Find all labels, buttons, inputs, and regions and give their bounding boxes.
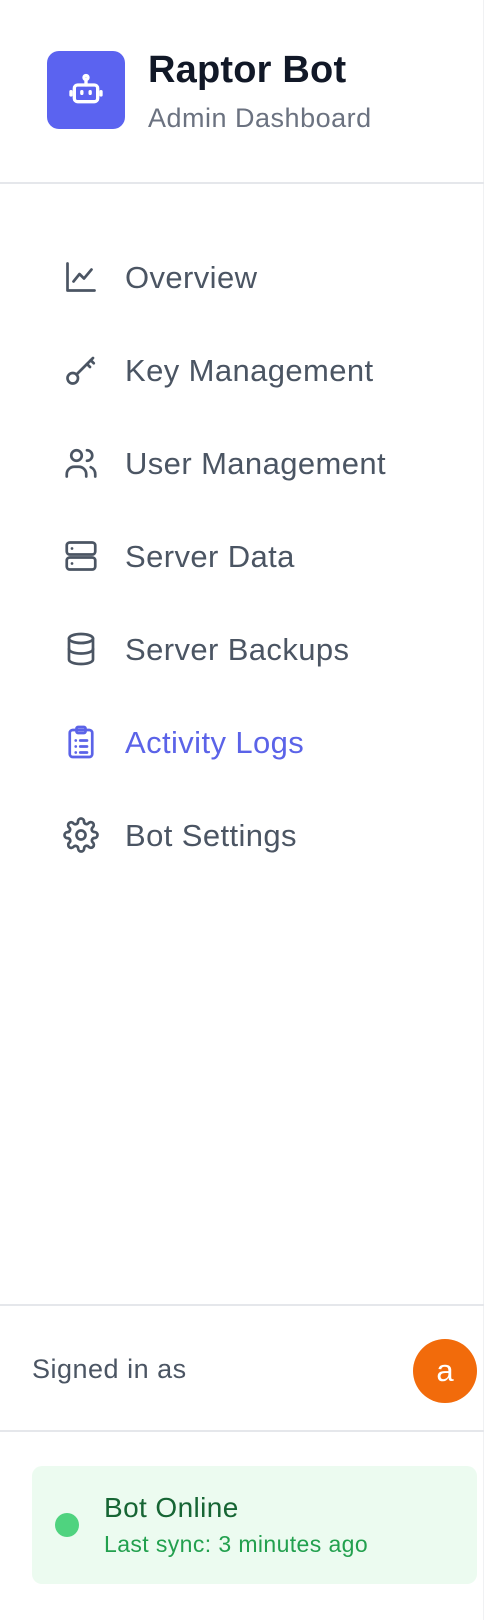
sidebar-item-label: Server Backups [125,632,350,667]
sidebar-item-label: Bot Settings [125,818,297,853]
gear-icon [62,816,100,854]
brand-logo[interactable] [47,51,125,129]
signed-in-label: Signed in as [32,1354,187,1384]
avatar[interactable]: a [413,1339,477,1403]
users-icon [62,444,100,482]
brand-subtitle: Admin Dashboard [148,103,372,133]
sidebar-item-bot-settings[interactable]: Bot Settings [40,798,460,872]
sidebar-item-activity-logs[interactable]: Activity Logs [40,705,460,779]
status-last-sync: Last sync: 3 minutes ago [104,1531,369,1557]
status-dot-icon [55,1513,79,1537]
brand-title: Raptor Bot [148,49,347,91]
sidebar-item-server-backups[interactable]: Server Backups [40,612,460,686]
status-title: Bot Online [104,1492,239,1523]
database-icon [62,630,100,668]
sidebar-item-label: Activity Logs [125,725,305,760]
clipboard-list-icon [62,723,100,761]
sidebar-item-overview[interactable]: Overview [40,240,460,314]
brand-header: Raptor Bot Admin Dashboard [0,0,484,184]
sidebar: Raptor Bot Admin Dashboard Overview Key … [0,0,484,1620]
sidebar-item-label: User Management [125,446,387,481]
bot-status-card: Bot Online Last sync: 3 minutes ago [32,1466,477,1584]
sidebar-item-server-data[interactable]: Server Data [40,519,460,593]
key-icon [62,351,100,389]
robot-icon [66,70,106,110]
chart-line-icon [62,258,100,296]
user-section: Signed in as a [0,1304,484,1432]
sidebar-item-label: Overview [125,260,258,295]
sidebar-item-user-management[interactable]: User Management [40,426,460,500]
sidebar-item-label: Server Data [125,539,295,574]
server-icon [62,537,100,575]
sidebar-item-key-management[interactable]: Key Management [40,333,460,407]
sidebar-item-label: Key Management [125,353,374,388]
